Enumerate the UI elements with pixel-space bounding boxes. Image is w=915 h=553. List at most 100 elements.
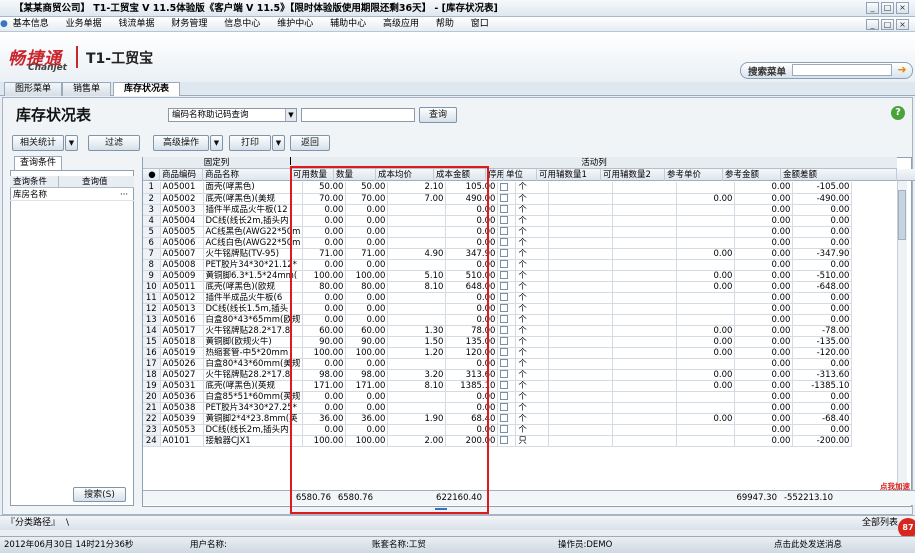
header-unit[interactable]: 单位	[504, 169, 537, 181]
menu-info-center[interactable]: 信息中心	[224, 19, 260, 29]
close-button[interactable]: ×	[896, 2, 909, 14]
inner-restore-button[interactable]: □	[881, 19, 894, 30]
category-path[interactable]: 『分类路径』	[6, 516, 60, 531]
inner-minimize-button[interactable]: _	[866, 19, 879, 30]
disabled-checkbox[interactable]	[500, 348, 509, 356]
table-row[interactable]: 24 A0101 接触器CJX1 100.00 100.00 2.00 200.00 只 0.0…	[143, 435, 853, 447]
disabled-checkbox[interactable]	[500, 260, 509, 268]
table-row[interactable]: 10 A05011 底壳(哮黑色)(欧规 80.00 80.00 8.10 648.00 个 0…	[143, 281, 853, 293]
scrollbar-thumb[interactable]	[898, 190, 906, 240]
table-row[interactable]: 23 A05053 DC线(线长2m,插头内 0.00 0.00 0.00 个 0.00 0.0…	[143, 424, 853, 436]
disabled-checkbox[interactable]	[500, 182, 509, 191]
table-row[interactable]: 13 A05016 白盒80*43*65mm(欧规 0.00 0.00 0.00 个 0.00…	[143, 314, 853, 326]
speed-up-tip[interactable]: 点我加速	[880, 481, 915, 491]
tab-graphic-menu[interactable]: 图形菜单	[4, 82, 63, 96]
tab-inventory-status[interactable]: 库存状况表	[113, 82, 181, 96]
table-row[interactable]: 11 A05012 插件半成品火牛板(6 0.00 0.00 0.00 个 0.00 0.00	[143, 292, 853, 304]
speed-badge[interactable]: 87	[898, 518, 915, 538]
menu-business-docs[interactable]: 业务单据	[66, 19, 102, 29]
disabled-checkbox[interactable]	[500, 326, 509, 334]
table-row[interactable]: 15 A05018 黄铜脚(欧规火牛) 90.00 90.00 1.50 135.00 个 0.…	[143, 336, 853, 348]
menu-cash-docs[interactable]: 钱流单据	[119, 19, 155, 29]
menu-assist[interactable]: 辅助中心	[330, 19, 366, 29]
table-row[interactable]: 17 A05026 白盒80*43*60mm(美规 0.00 0.00 0.00 个 0.00…	[143, 358, 853, 370]
table-row[interactable]: 21 A05038 PET胶片34*30*27.25* 0.00 0.00 0.00 个 0.…	[143, 402, 853, 414]
disabled-checkbox[interactable]	[500, 194, 509, 202]
table-row[interactable]: 16 A05019 热缩套管-中5*20mm 100.00 100.00 1.20 120.…	[143, 347, 853, 359]
tab-sales-order[interactable]: 销售单	[62, 82, 112, 96]
header-ref-amount[interactable]: 参考金额	[723, 169, 781, 181]
disabled-checkbox[interactable]	[500, 249, 509, 257]
query-conditions-tab[interactable]: 查询条件	[14, 156, 62, 170]
disabled-checkbox[interactable]	[500, 293, 509, 301]
header-product-name[interactable]: 商品名称	[203, 169, 291, 181]
horizontal-scroll-indicator[interactable]	[435, 508, 447, 510]
disabled-checkbox[interactable]	[500, 403, 509, 411]
table-row[interactable]: 3 A05003 插件半成品火牛板(12 0.00 0.00 0.00 个 0.00 0.00	[143, 204, 853, 216]
search-button[interactable]: 搜索(S)	[73, 487, 126, 502]
inner-close-button[interactable]: ×	[896, 19, 909, 30]
disabled-checkbox[interactable]	[500, 282, 509, 290]
header-sku[interactable]: 商品编码	[160, 169, 203, 181]
advanced-dropdown-icon[interactable]: ▼	[210, 135, 223, 151]
disabled-checkbox[interactable]	[500, 370, 509, 378]
disabled-checkbox[interactable]	[500, 304, 509, 312]
table-row[interactable]: 19 A05031 底壳(哮黑色)(英规 171.00 171.00 8.10 1385.1…	[143, 380, 853, 392]
disabled-checkbox[interactable]	[500, 315, 509, 323]
header-ref-price[interactable]: 参考单价	[665, 169, 723, 181]
table-row[interactable]: 5 A05005 AC线黑色(AWG22*50m 0.00 0.00 0.00 个 0.00 0…	[143, 226, 853, 238]
table-row[interactable]: 9 A05009 黄铜脚6.3*1.5*24mm(100.00 100.00 5.10 5…	[143, 270, 853, 282]
table-row[interactable]: 14 A05017 火牛铭牌贴28.2*17.8 60.00 60.00 1.30 78.0…	[143, 325, 853, 337]
table-row[interactable]: 2 A05002 底壳(哮黑色)(美规 70.00 70.00 7.00 490.00 个 0.…	[143, 193, 853, 205]
stats-dropdown-icon[interactable]: ▼	[65, 135, 78, 151]
disabled-checkbox[interactable]	[500, 238, 509, 246]
table-row[interactable]: 7 A05007 火牛铭牌贴(TV-95) 71.00 71.00 4.90 347.90 个…	[143, 248, 853, 260]
disabled-checkbox[interactable]	[500, 271, 509, 279]
disabled-checkbox[interactable]	[500, 227, 509, 235]
advanced-ops-button[interactable]: 高级操作	[153, 135, 209, 151]
disabled-checkbox[interactable]	[500, 216, 509, 224]
table-row[interactable]: 6 A05006 AC线白色(AWG22*50m 0.00 0.00 0.00 个 0.00 0…	[143, 237, 853, 249]
query-type-select[interactable]: 编码名称助记码查询	[168, 108, 297, 122]
menu-basic-info[interactable]: 基本信息	[13, 19, 49, 29]
related-stats-button[interactable]: 相关统计	[12, 135, 64, 151]
disabled-checkbox[interactable]	[500, 436, 509, 444]
all-columns-button[interactable]: 全部列表	[862, 516, 898, 531]
disabled-checkbox[interactable]	[500, 392, 509, 400]
query-input[interactable]	[301, 108, 415, 122]
print-dropdown-icon[interactable]: ▼	[272, 135, 285, 151]
header-amount-diff[interactable]: 金额差额	[781, 169, 897, 181]
menu-window[interactable]: 窗口	[471, 19, 489, 29]
menu-advanced[interactable]: 高级应用	[383, 19, 419, 29]
search-menu-input[interactable]	[792, 64, 892, 76]
chevron-down-icon[interactable]: ▼	[285, 109, 296, 121]
disabled-checkbox[interactable]	[500, 205, 509, 213]
table-row[interactable]: 1 A05001 面壳(哮黑色) 50.00 50.00 2.10 105.00 个 0.00-…	[143, 182, 853, 194]
menu-maintenance[interactable]: 维护中心	[277, 19, 313, 29]
search-go-icon[interactable]: ➜	[895, 63, 909, 77]
table-row[interactable]: 12 A05013 DC线(线长1.5m,插头 0.00 0.00 0.00 个 0.00 0.…	[143, 303, 853, 315]
ellipsis-icon[interactable]: ···	[120, 189, 128, 201]
disabled-checkbox[interactable]	[500, 337, 509, 345]
disabled-checkbox[interactable]	[500, 414, 509, 422]
help-icon[interactable]: ?	[891, 106, 905, 120]
query-button[interactable]: 查询	[419, 107, 457, 123]
header-aux-qty2[interactable]: 可用辅数量2	[601, 169, 665, 181]
minimize-button[interactable]: _	[866, 2, 879, 14]
maximize-button[interactable]: □	[881, 2, 894, 14]
filter-button[interactable]: 过滤	[88, 135, 140, 151]
disabled-checkbox[interactable]	[500, 359, 509, 367]
status-message[interactable]: 点击此处发送消息	[774, 537, 842, 553]
table-row[interactable]: 8 A05008 PET胶片34*30*21.12* 0.00 0.00 0.00 个 0.0…	[143, 259, 853, 271]
header-aux-qty1[interactable]: 可用辅数量1	[537, 169, 601, 181]
disabled-checkbox[interactable]	[500, 381, 509, 389]
menu-finance[interactable]: 财务管理	[171, 19, 207, 29]
back-button[interactable]: 返回	[290, 135, 330, 151]
print-button[interactable]: 打印	[229, 135, 271, 151]
table-row[interactable]: 18 A05027 火牛铭牌贴28.2*17.8 98.00 98.00 3.20 313.…	[143, 369, 853, 381]
menu-help[interactable]: 帮助	[436, 19, 454, 29]
table-row[interactable]: 22 A05039 黄铜脚2*4*23.8mm(英 36.00 36.00 1.90 68.…	[143, 413, 853, 425]
table-row[interactable]: 20 A05036 白盒85*51*60mm(英规 0.00 0.00 0.00 个 0.00…	[143, 391, 853, 403]
disabled-checkbox[interactable]	[500, 425, 509, 433]
table-row[interactable]: 4 A05004 DC线(线长2m,插头内 0.00 0.00 0.00 个 0.00 0.00	[143, 215, 853, 227]
